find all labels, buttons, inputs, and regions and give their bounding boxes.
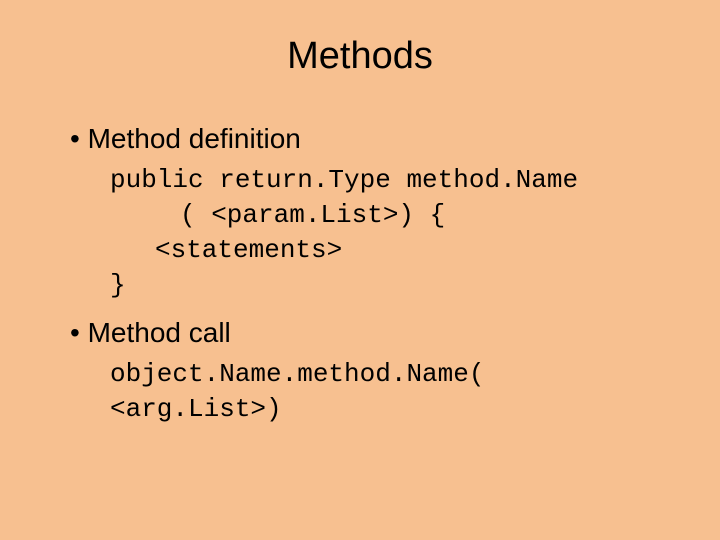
- slide-title: Methods: [50, 35, 670, 78]
- code-def-line-4: }: [110, 268, 670, 303]
- code-call-line: object.Name.method.Name( <arg.List>): [110, 357, 670, 427]
- code-def-line-1: public return.Type method.Name: [110, 163, 670, 198]
- spacer: [50, 303, 670, 317]
- slide: Methods Method definition public return.…: [0, 0, 720, 540]
- bullet-method-definition: Method definition: [70, 123, 670, 155]
- bullet-method-call: Method call: [70, 317, 670, 349]
- code-def-line-2: ( <param.List>) {: [180, 198, 670, 233]
- code-def-line-3: <statements>: [155, 233, 670, 268]
